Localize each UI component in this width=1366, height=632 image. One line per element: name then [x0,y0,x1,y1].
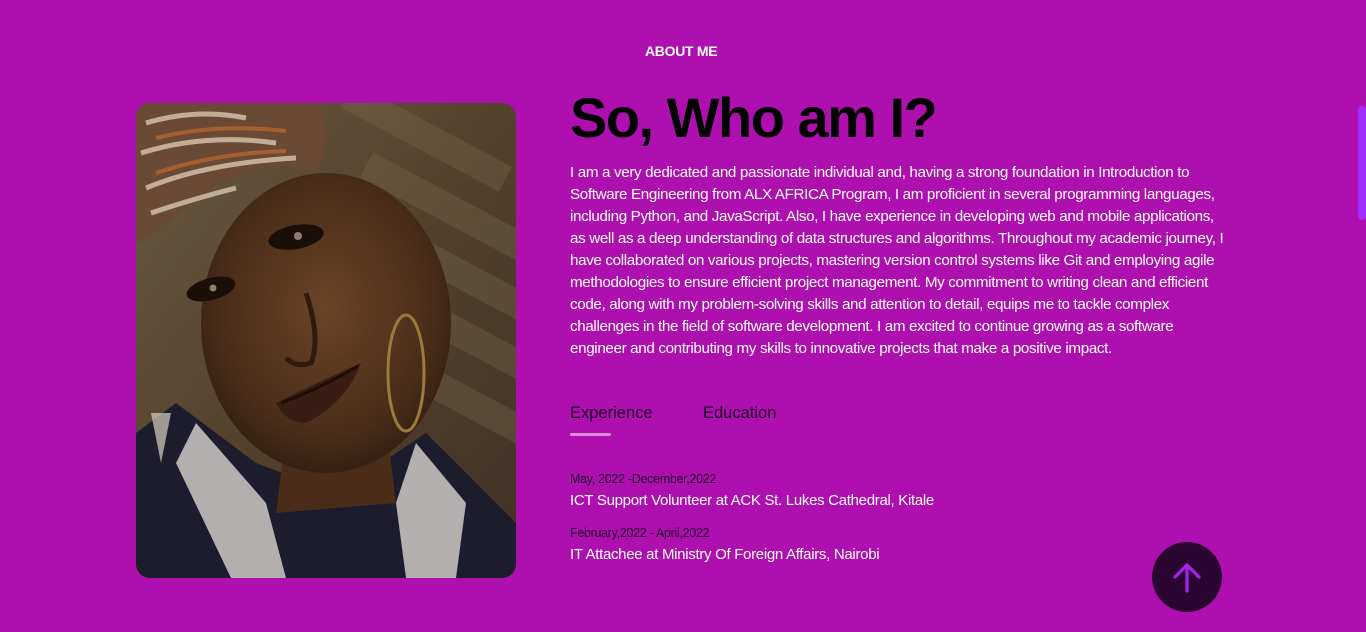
arrow-up-icon [1173,563,1201,593]
scrollbar-track[interactable] [1357,0,1366,632]
experience-date: May, 2022 -December,2022 [570,472,717,486]
active-tab-indicator [570,433,611,436]
bio-paragraph: I am a very dedicated and passionate ind… [570,164,1224,357]
profile-photo [136,103,516,578]
section-label: ABOUT ME [645,43,718,59]
about-section: ABOUT ME So, Who am I? I am a very dedic… [0,0,1366,632]
experience-title: IT Attachee at Ministry Of Foreign Affai… [570,546,880,563]
tab-experience[interactable]: Experience [570,404,653,423]
experience-title: ICT Support Volunteer at ACK St. Lukes C… [570,492,934,509]
page-title: So, Who am I? [570,86,938,149]
experience-date: February,2022 - April,2022 [570,526,710,540]
tab-bar: Experience Education [570,404,870,438]
tab-education[interactable]: Education [703,404,776,423]
scrollbar-thumb[interactable] [1358,106,1366,220]
back-to-top-button[interactable] [1152,542,1222,612]
